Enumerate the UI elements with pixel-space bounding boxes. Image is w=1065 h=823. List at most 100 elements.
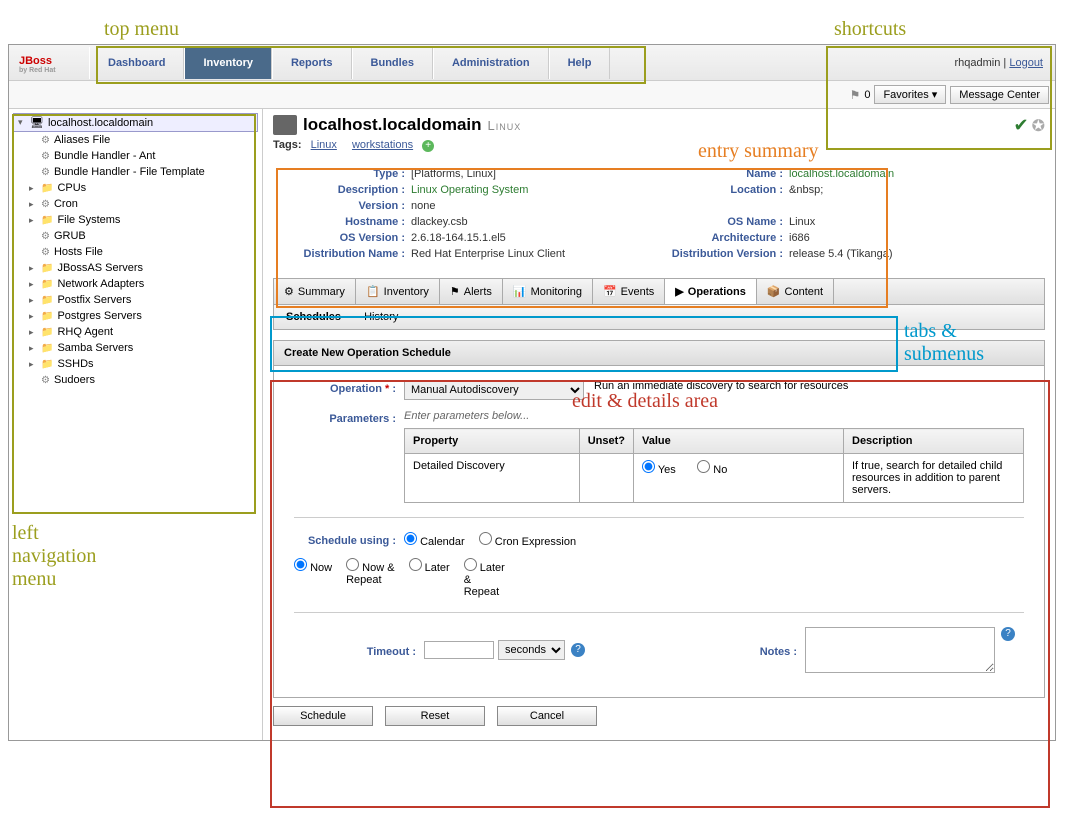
logout-link[interactable]: Logout [1009, 57, 1043, 69]
tab-label: Events [621, 286, 655, 298]
radio-later-repeat[interactable] [464, 558, 477, 571]
logo-text: JBoss [19, 55, 52, 67]
topmenu-item[interactable]: Bundles [352, 47, 433, 79]
platform-icon [273, 115, 297, 135]
summary-label: Distribution Version [659, 248, 789, 260]
gear-icon: ⚙ [41, 375, 50, 386]
tags-row: Tags: Linux workstations + [273, 135, 1045, 160]
col-property: Property [405, 429, 580, 454]
folder-icon: 📁 [41, 183, 53, 194]
help-icon[interactable]: ? [1001, 627, 1015, 641]
radio-now-repeat[interactable] [346, 558, 359, 571]
radio-no[interactable] [697, 460, 710, 473]
summary-value: release 5.4 (Tikanga) [789, 248, 893, 260]
tree-item[interactable]: ▸📁SSHDs [29, 356, 258, 372]
summary-value: [Platforms, Linux] [411, 168, 496, 180]
tab-events[interactable]: 📅Events [593, 279, 665, 304]
tab-label: Content [785, 286, 824, 298]
tab-icon: 📊 [513, 285, 527, 298]
tree-item[interactable]: ▸📁Network Adapters [29, 276, 258, 292]
gear-icon: ⚙ [41, 199, 50, 210]
message-center-button[interactable]: Message Center [950, 86, 1049, 104]
tree-item[interactable]: ⚙Aliases File [29, 132, 258, 148]
shortcut-bar: ⚑ 0 Favorites ▾ Message Center [9, 81, 1055, 109]
monitor-icon: 🖥 [30, 116, 44, 129]
expand-icon: ▸ [29, 359, 37, 370]
tab-summary[interactable]: ⚙Summary [274, 279, 356, 304]
submenu: Schedules History [273, 305, 1045, 330]
tree-item[interactable]: ▸📁Postgres Servers [29, 308, 258, 324]
help-icon[interactable]: ? [571, 643, 585, 657]
folder-icon: 📁 [41, 311, 53, 322]
summary-value: i686 [789, 232, 810, 244]
tree-item-label: CPUs [57, 182, 86, 194]
tab-operations[interactable]: ▶Operations [665, 279, 757, 304]
expand-icon: ▸ [29, 199, 37, 210]
param-value: Yes No [634, 454, 844, 503]
summary-value: &nbsp; [789, 184, 823, 196]
tree-item-label: GRUB [54, 230, 86, 242]
tree-item[interactable]: ▸📁File Systems [29, 212, 258, 228]
tree-item[interactable]: ▸📁Samba Servers [29, 340, 258, 356]
schedule-button[interactable]: Schedule [273, 706, 373, 726]
tree-item[interactable]: ▸📁CPUs [29, 180, 258, 196]
reset-button[interactable]: Reset [385, 706, 485, 726]
tree-root[interactable]: ▾ 🖥 localhost.localdomain [13, 113, 258, 132]
tags-label: Tags: [273, 139, 302, 151]
timeout-unit-select[interactable]: seconds [498, 640, 565, 660]
add-tag-icon[interactable]: + [422, 140, 434, 152]
tree-item[interactable]: ⚙GRUB [29, 228, 258, 244]
logo: JBoss by Red Hat [9, 52, 89, 74]
annotation-topmenu: top menu [104, 18, 179, 41]
tree-item[interactable]: ▸📁Postfix Servers [29, 292, 258, 308]
tree-item[interactable]: ⚙Sudoers [29, 372, 258, 388]
submenu-schedules[interactable]: Schedules [286, 311, 341, 323]
operation-select[interactable]: Manual Autodiscovery [404, 380, 584, 400]
collapse-icon: ▾ [18, 117, 26, 128]
tab-inventory[interactable]: 📋Inventory [356, 279, 440, 304]
operation-label: Operation * [294, 380, 404, 395]
tree-item[interactable]: ⚙Bundle Handler - Ant [29, 148, 258, 164]
submenu-history[interactable]: History [364, 311, 398, 323]
notes-textarea[interactable] [805, 627, 995, 673]
schedule-using-label: Schedule using [294, 532, 404, 547]
topmenu-item[interactable]: Reports [272, 47, 352, 79]
summary-value: Linux [789, 216, 815, 228]
tree-item-label: Cron [54, 198, 78, 210]
favorites-button[interactable]: Favorites ▾ [874, 85, 946, 104]
topmenu-item[interactable]: Administration [433, 47, 549, 79]
gear-icon: ⚙ [41, 167, 50, 178]
tree-item-label: RHQ Agent [57, 326, 113, 338]
timeout-input[interactable] [424, 641, 494, 659]
radio-later[interactable] [409, 558, 422, 571]
tree-item[interactable]: ▸📁RHQ Agent [29, 324, 258, 340]
rosette-icon: ✪ [1032, 118, 1045, 135]
tree-item[interactable]: ▸ ⚙ Cron [29, 196, 258, 212]
tree-item[interactable]: ▸📁JBossAS Servers [29, 260, 258, 276]
tag-link[interactable]: Linux [311, 139, 337, 151]
radio-calendar[interactable] [404, 532, 417, 545]
topbar: JBoss by Red Hat DashboardInventoryRepor… [9, 45, 1055, 81]
topmenu-item[interactable]: Inventory [184, 47, 272, 79]
expand-icon: ▸ [29, 215, 37, 226]
tag-link[interactable]: workstations [352, 139, 413, 151]
tree-item-label: Hosts File [54, 246, 103, 258]
radio-cron[interactable] [479, 532, 492, 545]
tab-content[interactable]: 📦Content [757, 279, 834, 304]
app-window: JBoss by Red Hat DashboardInventoryRepor… [8, 44, 1056, 741]
parameters-table: Property Unset? Value Description Detail… [404, 428, 1024, 503]
tab-monitoring[interactable]: 📊Monitoring [503, 279, 593, 304]
tree-item[interactable]: ⚙Bundle Handler - File Template [29, 164, 258, 180]
radio-now[interactable] [294, 558, 307, 571]
folder-icon: 📁 [41, 215, 53, 226]
summary-label: Name [659, 168, 789, 180]
radio-yes[interactable] [642, 460, 655, 473]
annotation-shortcuts: shortcuts [834, 18, 906, 41]
topmenu-item[interactable]: Dashboard [89, 47, 184, 79]
tab-alerts[interactable]: ⚑Alerts [440, 279, 503, 304]
flag-icon: ⚑ [850, 88, 861, 102]
topmenu-item[interactable]: Help [549, 47, 611, 79]
cancel-button[interactable]: Cancel [497, 706, 597, 726]
tree-item-label: SSHDs [57, 358, 93, 370]
tree-item[interactable]: ⚙Hosts File [29, 244, 258, 260]
